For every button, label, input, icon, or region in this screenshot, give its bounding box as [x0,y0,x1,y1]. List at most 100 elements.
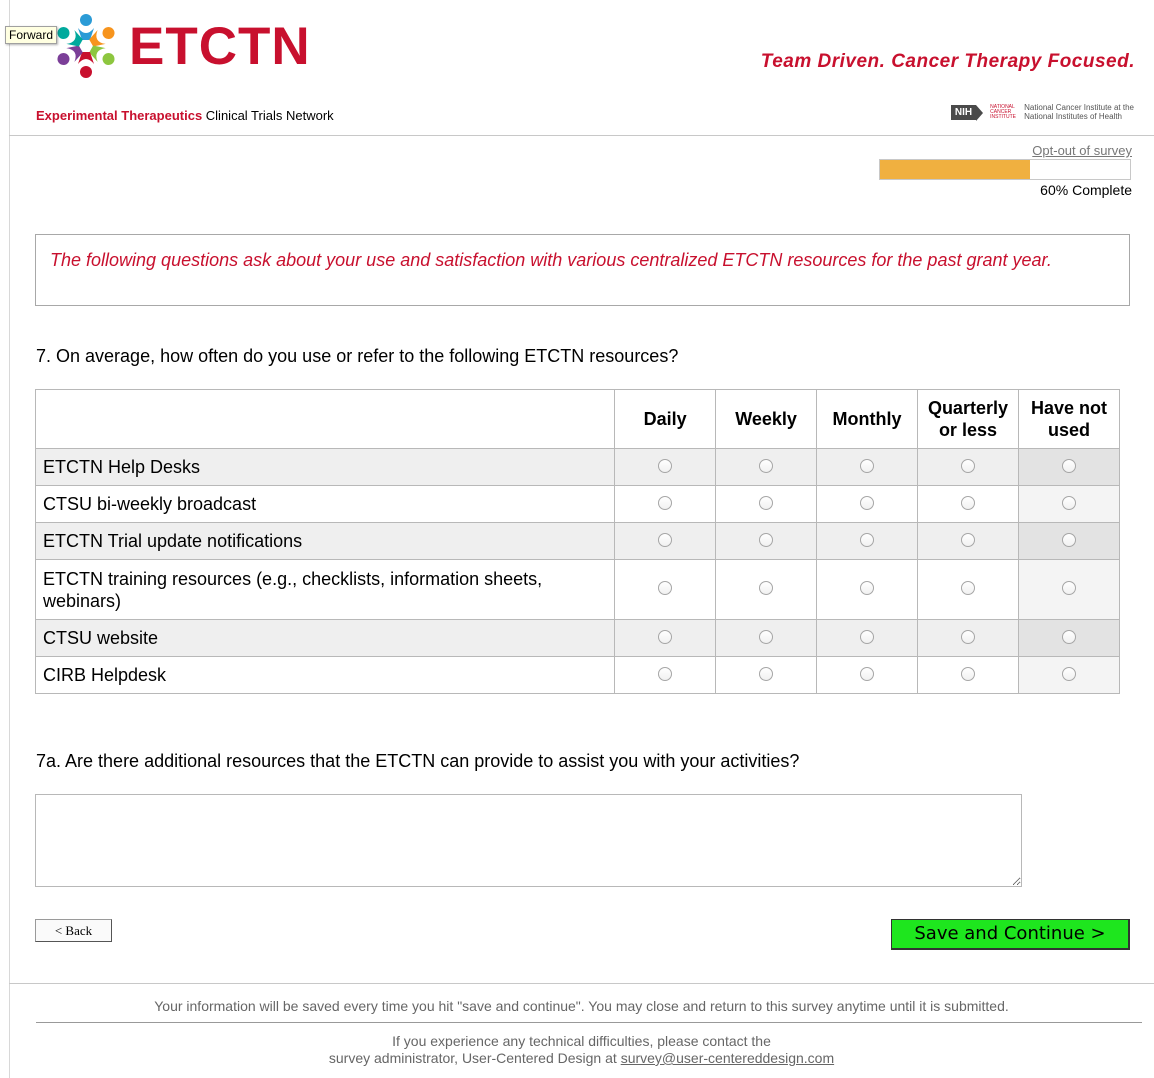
network-name-rest: Clinical Trials Network [202,108,334,123]
grid-row: CTSU website [34,619,1121,657]
grid-corner [34,389,616,449]
frequency-radio[interactable] [759,532,774,547]
radio-cell [916,559,1019,620]
radio-cell [916,485,1019,523]
frequency-radio[interactable] [759,581,774,595]
nci-logo-icon: NATIONAL CANCER INSTITUTE [990,103,1016,120]
radio-cell [816,619,918,657]
radio-cell [816,656,918,694]
radio-cell [614,485,717,523]
save-and-continue-button[interactable]: Save and Continue > [891,919,1130,950]
radio-cell [916,656,1019,694]
radio-cell [614,619,717,657]
logo-text[interactable]: ETCTN [129,18,311,76]
col-header-text: Have not used [1030,398,1107,440]
opt-out-link[interactable]: Opt-out of survey [1032,143,1132,158]
radio-cell [1017,485,1121,523]
frequency-radio[interactable] [860,666,875,681]
frequency-radio[interactable] [960,629,975,644]
logo-figure [57,45,83,65]
radio-cell [715,656,818,694]
grid-row: ETCTN Help Desks [34,448,1121,486]
col-header: Monthly [816,389,918,449]
col-header: Quarterly or less [916,389,1019,449]
frequency-radio[interactable] [1061,629,1076,644]
frequency-radio[interactable] [860,581,875,595]
radio-cell [1017,656,1121,694]
grid-row: ETCTN training resources (e.g., checklis… [34,559,1121,620]
network-name-red: Experimental Therapeutics [36,108,203,123]
frequency-radio[interactable] [759,629,774,644]
forward-tooltip: Forward [5,26,58,44]
radio-cell [715,485,818,523]
row-label: ETCTN Help Desks [34,448,616,486]
contact-email-link[interactable]: survey@user-centereddesign.com [621,1050,834,1066]
row-label: ETCTN training resources (e.g., checklis… [34,559,616,620]
frequency-radio[interactable] [658,495,673,510]
radio-cell [1017,522,1121,560]
frequency-radio[interactable] [960,666,975,681]
etctn-logo-icon [57,14,115,78]
back-button[interactable]: < Back [35,919,112,942]
frequency-radio[interactable] [759,458,774,473]
frequency-radio[interactable] [658,666,673,681]
grid-header-row: Daily Weekly Monthly Quarterly or less H… [34,389,1121,449]
row-label: CIRB Helpdesk [34,656,616,694]
radio-cell [614,522,717,560]
logo-figure [89,45,115,65]
frequency-radio[interactable] [960,532,975,547]
col-header: Have not used [1017,389,1121,449]
frequency-radio[interactable] [1061,666,1076,681]
row-label: ETCTN Trial update notifications [34,522,616,560]
frequency-radio[interactable] [860,532,875,547]
col-header: Daily [614,389,717,449]
radio-cell [715,448,818,486]
frequency-radio[interactable] [1061,532,1076,547]
frequency-grid: Daily Weekly Monthly Quarterly or less H… [34,389,1121,694]
frequency-radio[interactable] [1061,581,1076,595]
frequency-radio[interactable] [960,458,975,473]
progress-bar [879,159,1131,180]
radio-cell [614,448,717,486]
frequency-radio[interactable] [960,495,975,510]
logo-figure [78,14,94,40]
contact-line-2: survey administrator, User-Centered Desi… [328,1050,621,1066]
frequency-radio[interactable] [759,495,774,510]
radio-cell [1017,559,1121,620]
progress-label: 60% Complete [1040,182,1132,198]
radio-cell [614,656,717,694]
question-7a: 7a. Are there additional resources that … [36,751,800,771]
radio-cell [1017,619,1121,657]
row-label: CTSU bi-weekly broadcast [34,485,616,523]
footer-divider-2 [36,1022,1142,1023]
save-note: Your information will be saved every tim… [154,998,1009,1014]
frequency-radio[interactable] [1061,495,1076,510]
radio-cell [715,559,818,620]
network-name: Experimental Therapeutics Clinical Trial… [36,108,334,123]
grid-row: CIRB Helpdesk [34,656,1121,694]
nih-branding: NIH NATIONAL CANCER INSTITUTE National C… [950,103,1134,121]
frequency-radio[interactable] [960,581,975,595]
frequency-radio[interactable] [658,532,673,547]
frequency-radio[interactable] [1061,458,1076,473]
radio-cell [715,522,818,560]
frequency-radio[interactable] [658,458,673,473]
radio-cell [916,522,1019,560]
radio-cell [614,559,717,620]
question-7: 7. On average, how often do you use or r… [36,346,679,366]
frequency-radio[interactable] [860,629,875,644]
additional-resources-input[interactable] [35,794,1022,887]
radio-cell [816,522,918,560]
frequency-radio[interactable] [860,495,875,510]
header-divider [9,135,1154,136]
row-label: CTSU website [34,619,616,657]
grid-row: CTSU bi-weekly broadcast [34,485,1121,523]
radio-cell [916,619,1019,657]
frequency-radio[interactable] [658,581,673,595]
frequency-radio[interactable] [658,629,673,644]
frequency-radio[interactable] [860,458,875,473]
nih-text: National Cancer Institute at the Nationa… [1024,103,1134,121]
frequency-radio[interactable] [759,666,774,681]
radio-cell [816,485,918,523]
radio-cell [1017,448,1121,486]
